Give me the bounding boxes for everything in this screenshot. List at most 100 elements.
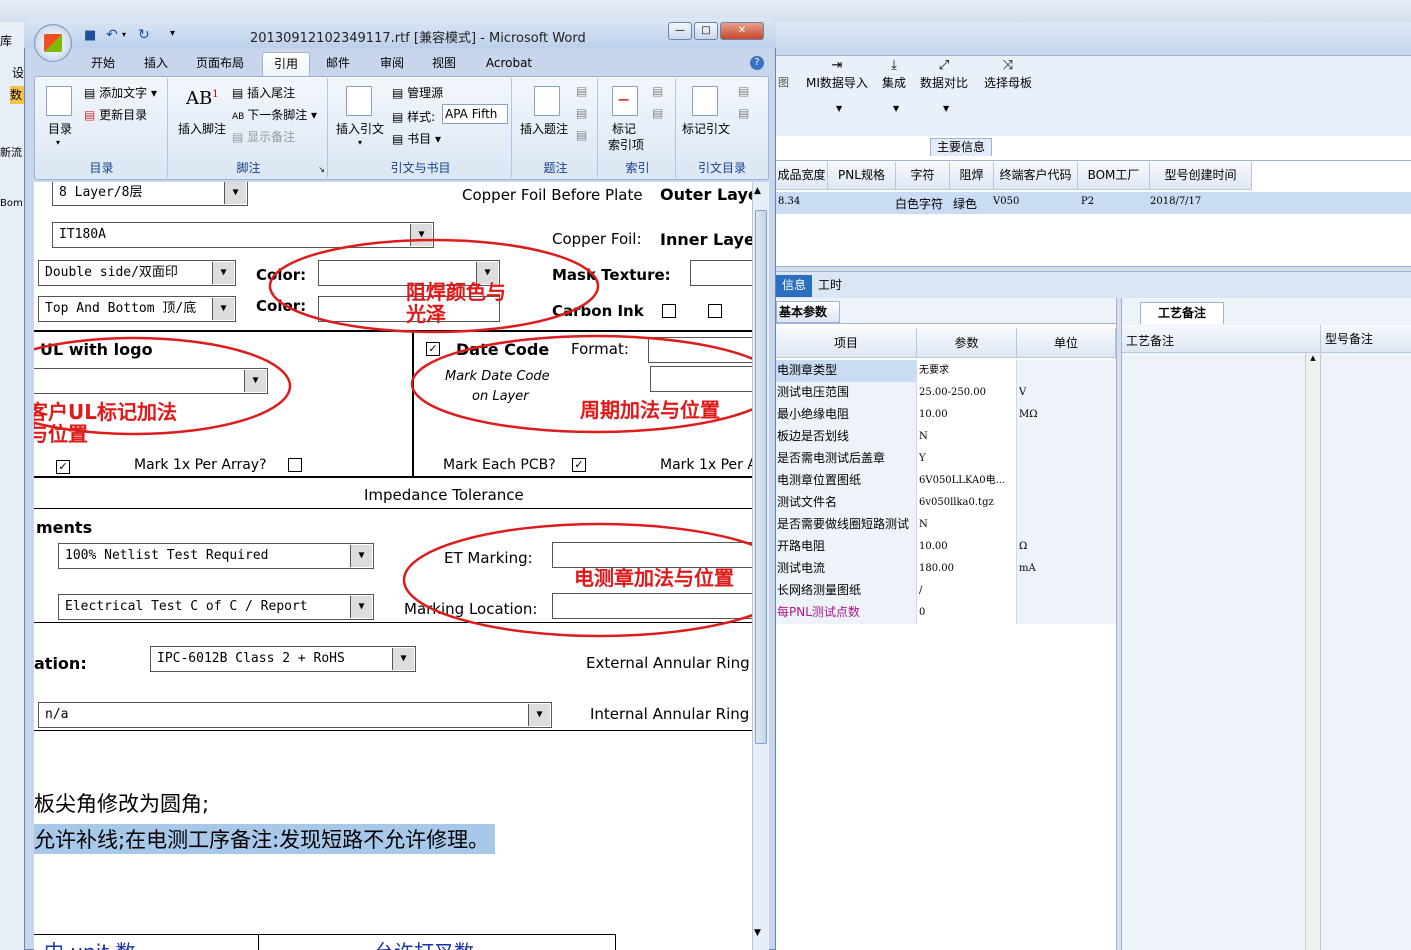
toc-dropdown-icon[interactable]: ▾ (56, 138, 60, 147)
param-value[interactable]: Y (917, 448, 1017, 470)
mark-entry-button[interactable]: 标记 (612, 120, 636, 137)
tab-page-layout[interactable]: 页面布局 (188, 52, 252, 76)
show-notes-button[interactable]: ▤ 显示备注 (232, 128, 295, 145)
section-tab-main-info[interactable]: 主要信息 (930, 138, 993, 156)
tab-mailings[interactable]: 邮件 (316, 52, 360, 76)
mi-import-button[interactable]: ⇥ MI数据导入 (806, 58, 868, 91)
add-text-button[interactable]: ▤ 添加文字 ▾ (84, 84, 157, 101)
mark-entry-button-line2[interactable]: 索引项 (608, 136, 644, 153)
integrate-button[interactable]: ⤓ 集成 (882, 58, 906, 91)
insert-toa-icon[interactable]: ▤ (738, 84, 749, 98)
update-table-icon[interactable]: ▤ (576, 106, 587, 120)
param-value[interactable]: / (917, 580, 1017, 602)
customize-qat-icon[interactable]: ▾ (170, 28, 175, 39)
tab-acrobat[interactable]: Acrobat (480, 52, 538, 76)
remarks-header-process[interactable]: 工艺备注 (1126, 332, 1174, 349)
param-value[interactable]: 6V050LLKA0电... (917, 470, 1017, 492)
grid-header-bom[interactable]: BOM工厂 (1078, 162, 1150, 190)
param-header-unit[interactable]: 单位 (1017, 328, 1116, 358)
param-value[interactable]: 0 (917, 602, 1017, 624)
toc-button[interactable]: 目录 (48, 120, 72, 137)
tab-home[interactable]: 开始 (80, 52, 126, 76)
grid-header-pnl[interactable]: PNL规格 (828, 162, 896, 190)
param-value[interactable]: 6v050llka0.tgz (917, 492, 1017, 514)
document-scrollbar[interactable]: ▲ ▼ (752, 182, 769, 950)
param-item: 是否需要做线圈短路测试 (776, 514, 917, 536)
insert-footnote-button[interactable]: 插入脚注 (178, 120, 226, 137)
style-select[interactable]: APA Fifth (442, 104, 508, 124)
footnote-launcher-icon[interactable]: ↘ (318, 165, 325, 174)
param-value[interactable]: 180.00 (917, 558, 1017, 580)
next-footnote-button[interactable]: AB 下一条脚注 ▾ (232, 106, 317, 123)
remarks-header-model[interactable]: 型号备注 (1320, 325, 1373, 353)
tab-review[interactable]: 审阅 (370, 52, 414, 76)
param-header-item[interactable]: 项目 (776, 328, 917, 358)
tab-hours[interactable]: 工时 (812, 275, 848, 297)
chart-icon (778, 58, 789, 74)
param-value[interactable]: N (917, 426, 1017, 448)
insert-caption-button[interactable]: 插入题注 (520, 120, 568, 137)
help-icon[interactable]: ? (750, 56, 764, 70)
update-toc-button[interactable]: ▤ 更新目录 (84, 106, 147, 123)
tab-view[interactable]: 视图 (422, 52, 466, 76)
integrate-dropdown-icon[interactable]: ▼ (893, 104, 899, 113)
grid-header-customer[interactable]: 终端客户代码 (994, 162, 1078, 190)
left-label-set[interactable]: 设 (12, 64, 24, 81)
param-value[interactable]: 无要求 (917, 360, 1017, 382)
tab-info[interactable]: 信息 (776, 275, 813, 297)
left-label-bom[interactable]: Bom (0, 198, 23, 209)
toolbar-item-chart[interactable]: 图 (778, 58, 789, 90)
scroll-thumb[interactable] (755, 210, 767, 744)
compare-dropdown-icon[interactable]: ▼ (943, 104, 949, 113)
insert-index-icon[interactable]: ▤ (652, 84, 663, 98)
scroll-up-icon[interactable]: ▲ (754, 186, 761, 196)
maximize-button[interactable]: □ (694, 22, 718, 40)
undo-icon[interactable]: ↶ (106, 27, 118, 43)
param-header-value[interactable]: 参数 (917, 328, 1017, 358)
param-unit (1017, 492, 1116, 514)
update-toa-icon[interactable]: ▤ (738, 106, 749, 120)
compare-button[interactable]: ⤢ 数据对比 (920, 58, 968, 91)
grid-header-mask[interactable]: 阻焊 (950, 162, 994, 190)
tab-process-remarks[interactable]: 工艺备注 (1140, 302, 1224, 324)
save-icon[interactable]: ■ (84, 28, 96, 43)
param-value[interactable]: 10.00 (917, 404, 1017, 426)
left-label-flow[interactable]: 新流 (0, 144, 22, 160)
scroll-down-icon[interactable]: ▼ (754, 928, 761, 938)
tab-references[interactable]: 引用 (262, 52, 310, 76)
scroll-up-icon[interactable]: ▲ (1306, 354, 1320, 362)
undo-dropdown-icon[interactable]: ▾ (122, 30, 126, 39)
minimize-button[interactable]: — (668, 22, 692, 40)
document-area[interactable]: 8 Layer/8层 ▼ Copper Foil Before Plate Out… (34, 182, 752, 950)
close-button[interactable]: ✕ (720, 22, 764, 40)
select-master-button[interactable]: ⤨ 选择母板 (984, 58, 1032, 91)
grid-header-char[interactable]: 字符 (896, 162, 950, 190)
grid-header-width[interactable]: 成品宽度 (776, 162, 828, 190)
annular-select[interactable]: n/a ▼ (38, 702, 552, 728)
insert-citation-button[interactable]: 插入引文 (336, 120, 384, 137)
cross-reference-icon[interactable]: ▤ (576, 128, 587, 142)
insert-table-figures-icon[interactable]: ▤ (576, 84, 587, 98)
param-unit: V (1017, 382, 1116, 404)
tab-insert[interactable]: 插入 (134, 52, 178, 76)
dropdown-arrow-icon[interactable]: ▼ (528, 704, 550, 726)
bibliography-button[interactable]: ▤ 书目 ▾ (392, 130, 441, 147)
update-index-icon[interactable]: ▤ (652, 106, 663, 120)
param-value[interactable]: N (917, 514, 1017, 536)
remarks-scrollbar[interactable]: ▲ (1305, 354, 1320, 950)
grid-header-created[interactable]: 型号创建时间 (1150, 162, 1252, 190)
insert-citation-dropdown-icon[interactable]: ▾ (358, 138, 362, 147)
param-value[interactable]: 10.00 (917, 536, 1017, 558)
update-icon: ▤ (84, 108, 100, 122)
redo-icon[interactable]: ↻ (138, 27, 150, 43)
tab-basic-params[interactable]: 基本参数 (776, 301, 840, 323)
manage-sources-button[interactable]: ▤ 管理源 (392, 84, 443, 101)
mark-citation-button[interactable]: 标记引文 (682, 120, 730, 137)
mark-entry-icon: − (612, 86, 638, 116)
certification-label: ation: (34, 654, 87, 673)
doc-table-cell-cross: 允许打叉数 (374, 936, 474, 950)
mi-import-dropdown-icon[interactable]: ▼ (836, 104, 842, 113)
insert-caption-icon (534, 86, 560, 116)
insert-endnote-button[interactable]: ▤ 插入尾注 (232, 84, 295, 101)
param-value[interactable]: 25.00-250.00 (917, 382, 1017, 404)
